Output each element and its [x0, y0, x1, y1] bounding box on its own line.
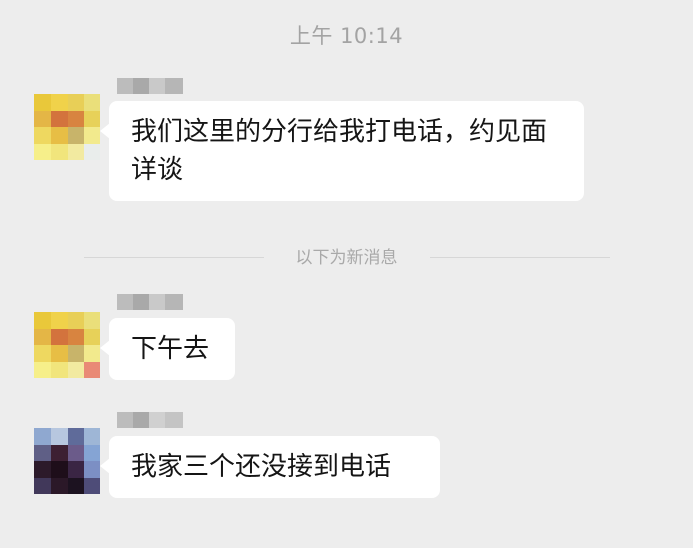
sender-nickname-blurred — [117, 78, 185, 94]
new-messages-label: 以下为新消息 — [295, 248, 398, 268]
message-bubble[interactable]: 我们这里的分行给我打电话，约见面详谈 — [100, 101, 584, 201]
sender-nickname-blurred — [117, 294, 185, 310]
sender-nickname-blurred — [117, 412, 185, 428]
message-text: 我家三个还没接到电话 — [131, 452, 392, 482]
message-timestamp: 上午 10:14 — [289, 24, 404, 48]
message-bubble[interactable]: 我家三个还没接到电话 — [100, 436, 440, 498]
sender-avatar-blurred[interactable] — [34, 94, 100, 160]
message-text: 下午去 — [131, 334, 210, 364]
message-text: 我们这里的分行给我打电话，约见面详谈 — [131, 117, 548, 185]
divider-line-right — [430, 257, 610, 258]
sender-avatar-blurred[interactable] — [34, 312, 100, 378]
new-messages-divider: 以下为新消息 — [0, 244, 693, 272]
chat-window: 上午 10:14 我们这里的分行给我打电话，约见面详谈 以下为新消息 下午去 我… — [0, 0, 693, 548]
message-bubble[interactable]: 下午去 — [100, 318, 235, 380]
sender-avatar-blurred[interactable] — [34, 428, 100, 494]
